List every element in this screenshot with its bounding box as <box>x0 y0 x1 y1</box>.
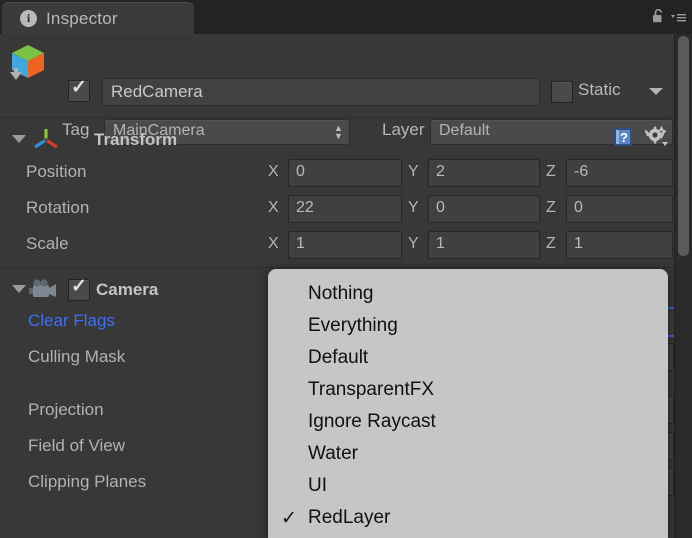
dropdown-item-label: Nothing <box>308 283 374 305</box>
gameobject-header: ✓ RedCamera Static Tag MainCamera ▲▼ Lay… <box>0 34 675 116</box>
dropdown-item-label: RedLayer <box>308 507 390 529</box>
position-x-axis-label: X <box>268 163 279 181</box>
rotation-y-value: 0 <box>436 199 445 217</box>
gear-icon[interactable] <box>645 126 669 148</box>
scrollbar-thumb[interactable] <box>678 36 689 256</box>
position-y-value: 2 <box>436 163 445 181</box>
transform-foldout-icon[interactable] <box>12 135 26 143</box>
position-label: Position <box>26 162 86 182</box>
dropdown-item-label: Ignore Raycast <box>308 411 436 433</box>
static-label: Static <box>578 80 621 100</box>
position-x-value: 0 <box>296 163 305 181</box>
help-book-icon[interactable]: ? <box>612 126 634 148</box>
position-z-axis-label: Z <box>546 163 556 181</box>
svg-text:?: ? <box>620 130 628 145</box>
dropdown-item-label: Water <box>308 443 358 465</box>
culling-mask-dropdown-popup[interactable]: Nothing Everything Default TransparentFX… <box>268 269 668 538</box>
lock-open-icon[interactable] <box>652 9 665 23</box>
checkbox-check: ✓ <box>71 277 87 297</box>
field-of-view-label[interactable]: Field of View <box>28 436 125 456</box>
vertical-scrollbar[interactable] <box>674 34 692 538</box>
divider-transform-camera <box>0 267 675 268</box>
dropdown-item-nothing[interactable]: Nothing <box>268 279 668 311</box>
scale-x-input[interactable]: 1 <box>288 231 402 259</box>
divider-header-transform <box>0 117 675 118</box>
gameobject-name-input[interactable]: RedCamera <box>102 78 540 106</box>
dropdown-item-water[interactable]: Water <box>268 439 668 471</box>
scale-y-input[interactable]: 1 <box>428 231 540 259</box>
dropdown-item-label: UI <box>308 475 327 497</box>
dropdown-item-label: Everything <box>308 315 398 337</box>
camera-foldout-icon[interactable] <box>12 285 26 293</box>
rotation-x-value: 22 <box>296 199 314 217</box>
position-z-value: -6 <box>574 163 588 181</box>
rotation-y-axis-label: Y <box>408 199 419 217</box>
culling-mask-label[interactable]: Culling Mask <box>28 347 125 367</box>
tab-inspector-label: Inspector <box>46 9 118 29</box>
camera-title: Camera <box>96 280 158 300</box>
dropdown-item-ignore-raycast[interactable]: Ignore Raycast <box>268 407 668 439</box>
dropdown-item-redlayer[interactable]: ✓ RedLayer <box>268 503 668 535</box>
dropdown-item-label: TransparentFX <box>308 379 434 401</box>
scale-x-axis-label: X <box>268 235 279 253</box>
scale-label: Scale <box>26 234 69 254</box>
dropdown-item-label: Default <box>308 347 368 369</box>
clear-flags-label[interactable]: Clear Flags <box>28 311 115 331</box>
scale-z-axis-label: Z <box>546 235 556 253</box>
gameobject-enabled-checkbox[interactable]: ✓ <box>68 80 90 102</box>
position-z-input[interactable]: -6 <box>566 159 673 187</box>
scale-y-axis-label: Y <box>408 235 419 253</box>
rotation-y-input[interactable]: 0 <box>428 195 540 223</box>
checkbox-check: ✓ <box>71 78 87 98</box>
tab-inspector[interactable]: i Inspector <box>2 2 194 34</box>
scale-y-value: 1 <box>436 235 445 253</box>
scale-z-value: 1 <box>574 235 583 253</box>
projection-label[interactable]: Projection <box>28 400 104 420</box>
tab-bar: i Inspector <box>0 0 692 34</box>
rotation-z-value: 0 <box>574 199 583 217</box>
dropdown-item-ui[interactable]: UI <box>268 471 668 503</box>
rotation-z-axis-label: Z <box>546 199 556 217</box>
position-y-axis-label: Y <box>408 163 419 181</box>
dropdown-item-transparentfx[interactable]: TransparentFX <box>268 375 668 407</box>
unity-inspector-window: i Inspector <box>0 0 692 538</box>
position-x-input[interactable]: 0 <box>288 159 402 187</box>
rotation-label: Rotation <box>26 198 89 218</box>
gameobject-name-value: RedCamera <box>111 82 203 102</box>
static-checkbox[interactable] <box>551 81 573 103</box>
rotation-x-input[interactable]: 22 <box>288 195 402 223</box>
static-chevron-down-icon[interactable] <box>649 88 663 95</box>
dropdown-item-check: ✓ <box>281 507 297 530</box>
dropdown-item-everything[interactable]: Everything <box>268 311 668 343</box>
rotation-z-input[interactable]: 0 <box>566 195 673 223</box>
camera-enabled-checkbox[interactable]: ✓ <box>68 279 90 301</box>
transform-title: Transform <box>94 130 177 150</box>
camera-icon <box>27 278 61 302</box>
position-y-input[interactable]: 2 <box>428 159 540 187</box>
clipping-planes-label[interactable]: Clipping Planes <box>28 472 146 492</box>
rotation-x-axis-label: X <box>268 199 279 217</box>
transform-gizmo-icon <box>30 126 62 152</box>
tab-menu-icon[interactable] <box>670 11 688 23</box>
scale-x-value: 1 <box>296 235 305 253</box>
gameobject-cube-icon <box>8 42 50 84</box>
dropdown-item-default[interactable]: Default <box>268 343 668 375</box>
scale-z-input[interactable]: 1 <box>566 231 673 259</box>
info-circle-icon: i <box>20 10 37 27</box>
